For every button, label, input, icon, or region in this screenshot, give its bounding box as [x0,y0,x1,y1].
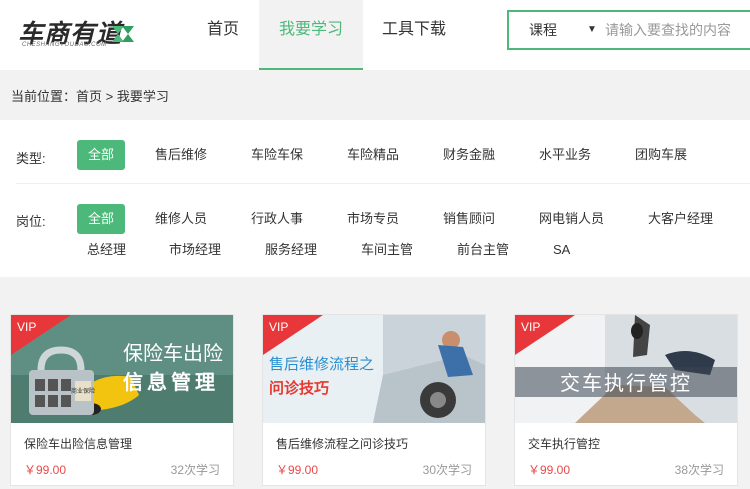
post-filter-option[interactable]: 市场专员 [347,204,399,234]
type-filter-option[interactable]: 财务金融 [443,140,495,170]
course-card[interactable]: 售后维修流程之 问诊技巧 VIP 售后维修流程之问诊技巧 ￥99.00 30次学… [262,314,486,486]
cover-text-line-2: 问诊技巧 [269,379,329,397]
course-study-count: 32次学习 [170,463,220,477]
type-filter-label: 类型: [16,151,46,166]
course-price: ￥99.00 [276,463,319,477]
post-filter-option[interactable]: 行政人事 [251,204,303,234]
course-card[interactable]: 交车执行管控 VIP 交车执行管控 ￥99.00 38次学习 [514,314,738,486]
post-filter-option[interactable]: 销售顾问 [443,204,495,234]
course-study-count: 38次学习 [674,463,724,477]
type-filter-option[interactable]: 团购车展 [635,140,687,170]
nav-learn[interactable]: 我要学习 [259,0,363,70]
course-title[interactable]: 保险车出险信息管理 [24,435,132,452]
course-study-count: 30次学习 [422,463,472,477]
post-filter-option[interactable]: 前台主管 [457,235,509,265]
lock-label: 商业保险 [71,387,95,395]
post-filter-option[interactable]: 市场经理 [169,235,221,265]
post-filter-option[interactable]: 车间主管 [361,235,413,265]
post-filter-option[interactable]: 网电销人员 [539,204,604,234]
search-box: 课程 ▼ [507,10,750,50]
type-filter-all[interactable]: 全部 [77,140,125,170]
cover-text-line-2: 信息管理 [123,370,219,394]
logo-subtitle: CHESHANGYOUDAO.COM [22,42,107,48]
post-filter-option[interactable]: 服务经理 [265,235,317,265]
site-logo[interactable]: 车商有道 CHESHANGYOUDAO.COM [18,14,134,54]
vip-badge-label: VIP [17,320,37,334]
post-filter-option[interactable]: 总经理 [87,235,126,265]
type-filter-option[interactable]: 车险精品 [347,140,399,170]
post-filter-option[interactable]: 大客户经理 [648,204,713,234]
course-card[interactable]: 商业保险 保险车出险 信息管理 VIP 保险车出险信息管理 ￥99.00 32次… [10,314,234,486]
type-filter-option[interactable]: 售后维修 [155,140,207,170]
logo-mark-icon [112,26,134,42]
top-header: 车商有道 CHESHANGYOUDAO.COM 首页 我要学习 工具下载 课程 … [0,0,750,70]
post-filter-all[interactable]: 全部 [77,204,125,234]
cover-text-line-1: 保险车出险 [123,342,223,365]
breadcrumb: 当前位置：首页 > 我要学习 [11,89,169,104]
course-title[interactable]: 交车执行管控 [528,435,600,452]
course-price: ￥99.00 [24,463,67,477]
search-input[interactable] [605,12,750,48]
course-price: ￥99.00 [528,463,571,477]
type-filter-option[interactable]: 车险车保 [251,140,303,170]
course-list: 商业保险 保险车出险 信息管理 VIP 保险车出险信息管理 ￥99.00 32次… [0,288,750,489]
nav-home[interactable]: 首页 [188,0,258,70]
search-category-select[interactable]: 课程 [529,12,557,48]
type-filter-option[interactable]: 水平业务 [539,140,591,170]
filter-divider [16,183,750,184]
filter-panel: 类型: 全部 售后维修 车险车保 车险精品 财务金融 水平业务 团购车展 岗位:… [0,120,750,277]
cover-text-line-1: 交车执行管控 [560,372,692,395]
nav-tools-download[interactable]: 工具下载 [366,0,462,70]
vip-badge-label: VIP [521,320,541,334]
vip-badge-label: VIP [269,320,289,334]
post-filter-label: 岗位: [16,214,46,229]
post-filter-option[interactable]: 维修人员 [155,204,207,234]
chevron-down-icon[interactable]: ▼ [587,12,597,48]
cover-text-line-1: 售后维修流程之 [269,356,374,373]
course-title[interactable]: 售后维修流程之问诊技巧 [276,435,408,452]
post-filter-option[interactable]: SA [553,235,570,265]
